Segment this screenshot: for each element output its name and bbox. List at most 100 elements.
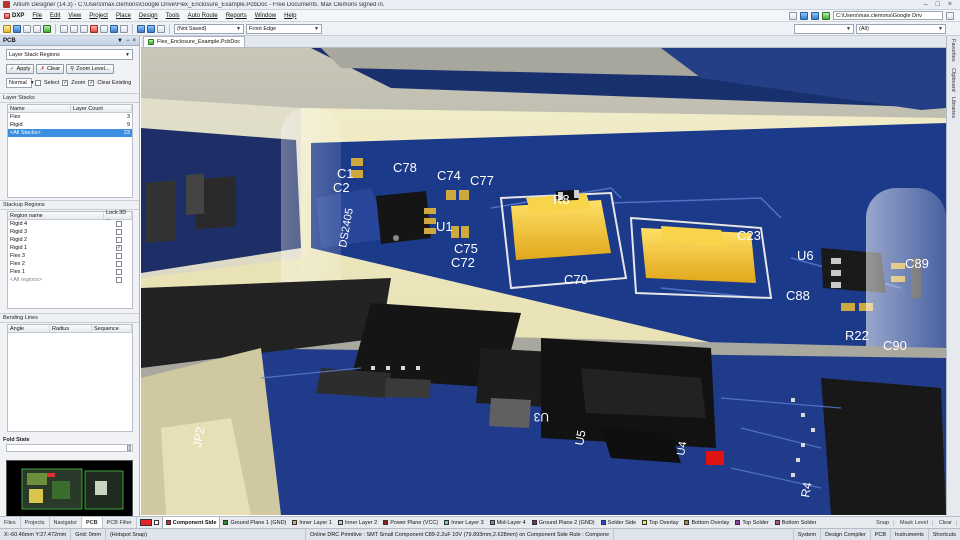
- menu-window[interactable]: Window: [251, 13, 280, 19]
- table-row[interactable]: Rigid 3: [8, 228, 132, 236]
- table-row[interactable]: Rigid 2: [8, 236, 132, 244]
- filter-combo[interactable]: (All) ▼: [856, 23, 946, 34]
- table-row[interactable]: <All Stacks> 23: [8, 129, 132, 137]
- status-design-compiler-button[interactable]: Design Compiler: [820, 529, 870, 540]
- menu-help[interactable]: Help: [280, 13, 300, 19]
- menu-file[interactable]: File: [28, 13, 46, 19]
- table-row[interactable]: Flex 3: [8, 252, 132, 260]
- layer-tab-inner-layer-1[interactable]: Inner Layer 1: [289, 517, 334, 528]
- pcb-3d-view[interactable]: C1 C2 C78 C74 C77 R8 DS2405 U1 C75 C72 C…: [141, 48, 946, 515]
- lock-checkbox[interactable]: [116, 237, 122, 243]
- deselect-icon[interactable]: [110, 24, 118, 33]
- lock-checkbox[interactable]: [116, 261, 122, 267]
- layer-tab-bottom-overlay[interactable]: Bottom Overlay: [681, 517, 732, 528]
- fold-state-slider[interactable]: [6, 444, 133, 452]
- snap-grid-icon[interactable]: [157, 24, 165, 33]
- layer-tab-top-overlay[interactable]: Top Overlay: [639, 517, 681, 528]
- status-instruments-button[interactable]: Instruments: [890, 529, 928, 540]
- menu-tools[interactable]: Tools: [162, 13, 184, 19]
- panel-tab-pcb-filter[interactable]: PCB Filter: [103, 517, 137, 528]
- slider-handle[interactable]: [127, 445, 131, 451]
- path-field[interactable]: C:\Users\max.clemons\Google Driv: [833, 11, 943, 20]
- view-from-combo[interactable]: Front Edge ▼: [246, 23, 322, 34]
- current-layer-swatch[interactable]: [137, 517, 162, 528]
- blank-combo[interactable]: ▼: [794, 23, 854, 34]
- menu-view[interactable]: View: [64, 13, 85, 19]
- tab-favorites[interactable]: Favorites: [950, 39, 956, 62]
- mask-mode-combo[interactable]: Normal ▼: [6, 78, 35, 88]
- panel-tab-pcb[interactable]: PCB: [82, 517, 103, 528]
- menu-edit[interactable]: Edit: [46, 13, 64, 19]
- apply-button[interactable]: ✓ Apply: [6, 64, 35, 74]
- zoom-area-icon[interactable]: [43, 24, 51, 33]
- status-shortcuts-button[interactable]: Shortcuts: [927, 529, 960, 540]
- panel-tab-projects[interactable]: Projects: [21, 517, 50, 528]
- layer-tab-inner-layer-3[interactable]: Inner Layer 3: [441, 517, 486, 528]
- clear-button[interactable]: ✗ Clear: [36, 64, 65, 74]
- lock-checkbox[interactable]: [116, 277, 122, 283]
- table-row[interactable]: Flex 1: [8, 268, 132, 276]
- layer-tab-ground-plane-1[interactable]: Ground Plane 1 (GND): [220, 517, 289, 528]
- layer-tab-power-plane[interactable]: Power Plane (VCC): [380, 517, 441, 528]
- print-icon[interactable]: [23, 24, 31, 33]
- menu-auto-route[interactable]: Auto Route: [184, 13, 222, 19]
- move-icon[interactable]: [100, 24, 108, 33]
- mask-level-button[interactable]: Mask Level: [896, 519, 933, 526]
- layer-tab-mid-layer-4[interactable]: Mid-Layer 4: [487, 517, 529, 528]
- back-icon[interactable]: [800, 11, 808, 20]
- layer-tab-top-solder[interactable]: Top Solder: [732, 517, 771, 528]
- lock-checkbox[interactable]: [116, 269, 122, 275]
- minimize-icon[interactable]: –: [924, 1, 928, 8]
- tab-flex-enclosure[interactable]: Flex_Enclosure_Example.PcbDoc: [143, 36, 246, 47]
- layer-tab-bottom-solder[interactable]: Bottom Solder: [772, 517, 820, 528]
- menu-place[interactable]: Place: [112, 13, 135, 19]
- menu-reports[interactable]: Reports: [222, 13, 251, 19]
- status-pcb-button[interactable]: PCB: [869, 529, 890, 540]
- menu-dxp[interactable]: DXP: [0, 12, 28, 19]
- lock-checkbox[interactable]: [116, 229, 122, 235]
- view-config-combo[interactable]: (Not Saved) ▼: [174, 23, 244, 34]
- menu-design[interactable]: Design: [135, 13, 162, 19]
- save-icon[interactable]: [13, 24, 21, 33]
- clear-mask-button[interactable]: Clear: [935, 519, 957, 526]
- lock-checkbox[interactable]: ✓: [116, 245, 122, 251]
- open-folder-icon[interactable]: [3, 24, 11, 33]
- tab-libraries[interactable]: Libraries: [950, 97, 956, 118]
- snap-button[interactable]: Snap: [872, 519, 895, 526]
- maximize-icon[interactable]: □: [936, 1, 940, 8]
- cross-probe-icon[interactable]: [120, 24, 128, 33]
- table-row[interactable]: Rigid 9: [8, 121, 132, 129]
- cut-icon[interactable]: [60, 24, 68, 33]
- lock-checkbox[interactable]: [116, 221, 122, 227]
- layer-tab-ground-plane-2[interactable]: Ground Plane 2 (GND): [529, 517, 598, 528]
- layer-tab-solder-side[interactable]: Solder Side: [598, 517, 639, 528]
- go-icon[interactable]: [946, 11, 954, 20]
- home-icon[interactable]: [822, 11, 830, 20]
- status-system-button[interactable]: System: [792, 529, 820, 540]
- table-row[interactable]: Rigid 4: [8, 220, 132, 228]
- table-row[interactable]: <All regions>: [8, 276, 132, 284]
- table-row[interactable]: Rigid 1 ✓: [8, 244, 132, 252]
- menu-project[interactable]: Project: [85, 13, 112, 19]
- close-icon[interactable]: ×: [948, 1, 952, 8]
- copy-icon[interactable]: [70, 24, 78, 33]
- undo-icon[interactable]: [137, 24, 145, 33]
- zoom-checkbox[interactable]: ✓: [62, 80, 69, 86]
- zoom-fit-icon[interactable]: [33, 24, 41, 33]
- zoom-level-button[interactable]: ⚲ Zoom Level...: [66, 64, 114, 74]
- panel-tab-files[interactable]: Files: [0, 517, 21, 528]
- table-row[interactable]: Flex 2: [8, 260, 132, 268]
- pcb-3d-render[interactable]: C1 C2 C78 C74 C77 R8 DS2405 U1 C75 C72 C…: [141, 48, 946, 515]
- forward-icon[interactable]: [811, 11, 819, 20]
- layer-tab-inner-layer-2[interactable]: Inner Layer 2: [335, 517, 380, 528]
- table-row[interactable]: Flex 3: [8, 113, 132, 121]
- panel-close-icon[interactable]: ×: [132, 38, 136, 44]
- layout-icon[interactable]: [789, 11, 797, 20]
- select-checkbox[interactable]: [35, 80, 41, 86]
- clear-existing-checkbox[interactable]: ✓: [88, 80, 95, 86]
- pin-icon[interactable]: −: [126, 38, 130, 44]
- redo-icon[interactable]: [147, 24, 155, 33]
- panel-mode-combo[interactable]: Layer Stack Regions ▼: [6, 49, 133, 60]
- layer-tab-component-side[interactable]: Component Side: [161, 517, 221, 528]
- board-minimap[interactable]: [6, 460, 133, 518]
